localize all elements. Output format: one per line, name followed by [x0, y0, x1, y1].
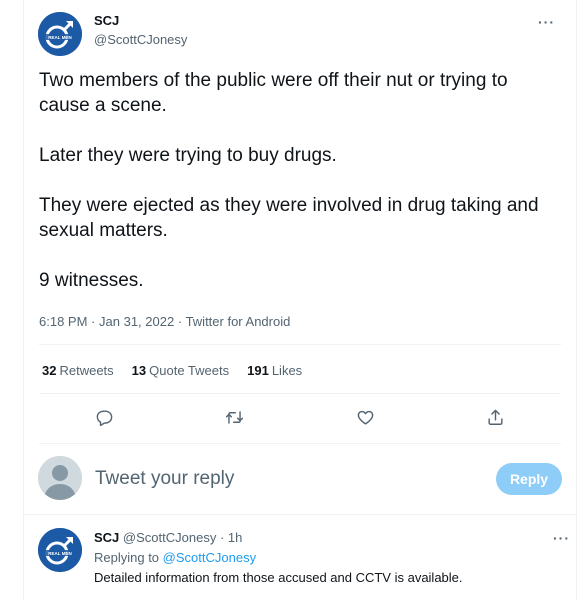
- reply-icon: [96, 409, 113, 426]
- divider: [39, 393, 561, 394]
- reply-header: SCJ @ScottCJonesy · 1h: [94, 530, 242, 545]
- male-symbol-logo-icon: REAL MEN: [38, 12, 82, 56]
- tweet-paragraph: They were ejected as they were involved …: [39, 195, 539, 241]
- reply-author-handle[interactable]: @ScottCJonesy: [123, 530, 216, 545]
- like-icon: [357, 410, 374, 425]
- reply-more-options-icon[interactable]: ···: [553, 530, 570, 546]
- retweets-label: Retweets: [59, 363, 114, 378]
- meta-separator: ·: [177, 314, 183, 329]
- meta-separator: ·: [91, 314, 96, 329]
- tweet-paragraph: 9 witnesses.: [39, 270, 144, 291]
- user-avatar[interactable]: [38, 456, 82, 500]
- more-options-icon[interactable]: ···: [538, 14, 555, 30]
- likes-stat[interactable]: 191 Likes: [247, 363, 302, 378]
- svg-text:REAL MEN: REAL MEN: [48, 35, 71, 40]
- quote-tweets-count: 13: [131, 363, 147, 378]
- tweet-time[interactable]: 6:18 PM: [39, 314, 87, 329]
- default-user-icon: [38, 456, 82, 500]
- reply-submit-button[interactable]: Reply: [496, 463, 562, 495]
- reply-input[interactable]: Tweet your reply: [95, 468, 234, 490]
- retweets-count: 32: [42, 363, 57, 378]
- divider: [39, 344, 561, 345]
- author-handle[interactable]: @ScottCJonesy: [94, 32, 187, 48]
- tweet-paragraph: Later they were trying to buy drugs.: [39, 145, 337, 166]
- tweet-paragraph: Two members of the public were off their…: [39, 70, 508, 116]
- tweet-actions: [39, 403, 561, 431]
- replying-to-label: Replying to: [94, 550, 160, 565]
- svg-text:REAL MEN: REAL MEN: [48, 551, 71, 556]
- reply-composer: Tweet your reply Reply: [23, 448, 577, 512]
- retweets-stat[interactable]: 32 Retweets: [42, 363, 114, 378]
- tweet-meta: 6:18 PM · Jan 31, 2022 · Twitter for And…: [39, 314, 290, 329]
- reply-age[interactable]: 1h: [228, 530, 242, 545]
- engagement-stats: 32 Retweets 13 Quote Tweets 191 Likes: [42, 363, 302, 378]
- tweet-text: Two members of the public were off their…: [39, 68, 559, 318]
- quote-tweets-stat[interactable]: 13 Quote Tweets: [132, 363, 229, 378]
- tweet-source[interactable]: Twitter for Android: [186, 314, 291, 329]
- reply-author-avatar[interactable]: REAL MEN: [38, 528, 82, 572]
- retweet-button[interactable]: [221, 403, 249, 431]
- replying-to-handle[interactable]: @ScottCJonesy: [163, 550, 256, 565]
- reply-text: Detailed information from those accused …: [94, 570, 463, 585]
- divider: [39, 443, 561, 444]
- author-avatar[interactable]: REAL MEN: [38, 12, 82, 56]
- tweet-date[interactable]: Jan 31, 2022: [99, 314, 174, 329]
- quote-tweets-label: Quote Tweets: [149, 363, 230, 378]
- reply-separator: ·: [219, 530, 225, 545]
- reply-tweet[interactable]: REAL MEN SCJ @ScottCJonesy · 1h ··· Repl…: [23, 516, 577, 600]
- divider: [23, 514, 577, 515]
- author-name[interactable]: SCJ: [94, 13, 187, 29]
- like-button[interactable]: [351, 403, 379, 431]
- share-button[interactable]: [482, 403, 510, 431]
- reply-button[interactable]: [90, 403, 118, 431]
- male-symbol-logo-icon: REAL MEN: [38, 528, 82, 572]
- likes-count: 191: [247, 363, 269, 378]
- retweet-icon: [226, 410, 244, 424]
- replying-to: Replying to @ScottCJonesy: [94, 550, 256, 565]
- likes-label: Likes: [271, 363, 303, 378]
- reply-author-name[interactable]: SCJ: [94, 530, 119, 545]
- share-icon: [488, 409, 503, 425]
